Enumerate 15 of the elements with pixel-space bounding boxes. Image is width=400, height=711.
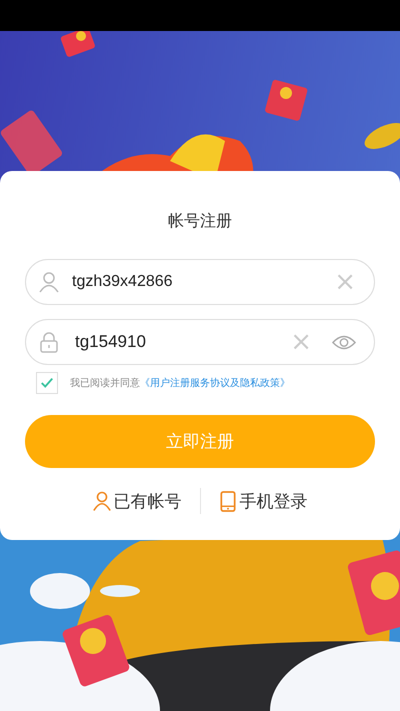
form-title: 帐号注册 <box>168 210 232 232</box>
username-field[interactable]: tgzh39x42866 × <box>25 259 375 305</box>
person-icon <box>92 490 110 512</box>
lock-icon <box>38 331 60 353</box>
password-field[interactable]: tg154910 × <box>25 319 375 365</box>
phone-icon <box>218 490 236 512</box>
login-link[interactable]: 已有帐号 <box>114 490 182 512</box>
login-link[interactable]: 手机登录 <box>240 490 308 512</box>
eye-icon[interactable] <box>332 334 356 350</box>
field-value: tgzh39x42866 <box>72 273 174 291</box>
field-value: tg154910 <box>75 332 147 352</box>
user-icon <box>38 271 60 293</box>
agree-checkbox[interactable] <box>36 372 58 394</box>
agreement-text: 我已阅读并同意 <box>70 376 140 390</box>
check-icon <box>40 376 54 390</box>
